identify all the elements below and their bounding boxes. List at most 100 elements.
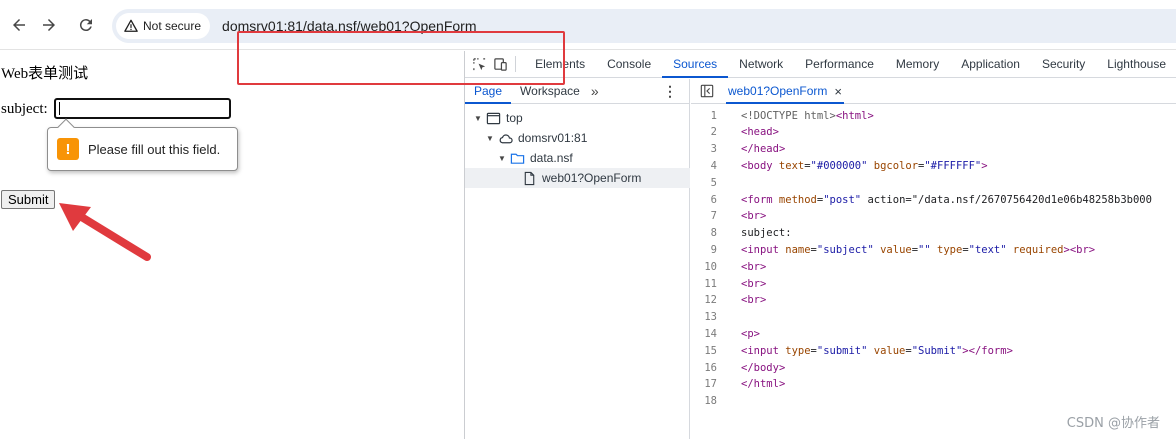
page-heading: Web表单测试: [1, 66, 89, 82]
file-tab-label: web01?OpenForm: [728, 84, 828, 98]
cloud-icon: [496, 130, 514, 146]
tab-security[interactable]: Security: [1031, 51, 1096, 78]
editor-tabbar: web01?OpenForm ×: [691, 79, 1176, 104]
forward-button[interactable]: [34, 10, 64, 40]
more-tabs-icon[interactable]: »: [591, 83, 599, 99]
code-text: <!DOCTYPE html><html>: [741, 109, 874, 122]
tooltip-arrow: [57, 118, 75, 136]
tab-performance[interactable]: Performance: [794, 51, 885, 78]
close-icon[interactable]: ×: [834, 84, 842, 99]
code-text: <form method="post" action="/data.nsf/26…: [741, 193, 1152, 206]
tree-label: domsrv01:81: [518, 131, 588, 145]
code-line: 8 subject:: [691, 225, 792, 242]
toggle-navigator-icon[interactable]: [699, 83, 715, 99]
code-line: 2 <head>: [691, 124, 779, 141]
code-line: 9 <input name="subject" value="" type="te…: [691, 241, 1095, 258]
code-text: </html>: [741, 378, 786, 391]
line-number[interactable]: 16: [691, 362, 727, 374]
subject-label: subject:: [1, 101, 48, 117]
code-line: 11 <br>: [691, 275, 766, 292]
page-viewport: Web表单测试 subject: ! Please fill out this …: [0, 51, 464, 439]
code-line: 6 <form method="post" action="/data.nsf/2…: [691, 191, 1152, 208]
tree-label: web01?OpenForm: [542, 171, 642, 185]
security-label: Not secure: [143, 19, 202, 33]
code-line: 3 </head>: [691, 141, 786, 158]
reload-button[interactable]: [71, 10, 101, 40]
editor-file-tab[interactable]: web01?OpenForm ×: [726, 79, 844, 104]
tab-network[interactable]: Network: [728, 51, 794, 78]
line-number[interactable]: 11: [691, 278, 727, 290]
code-text: <body text="#000000" bgcolor="#FFFFFF">: [741, 159, 988, 172]
code-line: 1 <!DOCTYPE html><html>: [691, 107, 874, 124]
code-text: <br>: [741, 277, 767, 290]
line-number[interactable]: 14: [691, 328, 727, 340]
code-text: <input type="submit" value="Submit"></fo…: [741, 344, 1013, 357]
code-text: <br>: [741, 260, 767, 273]
forward-arrow-icon: [43, 19, 55, 31]
code-line: 5: [691, 174, 741, 191]
tab-application[interactable]: Application: [950, 51, 1031, 78]
subject-input[interactable]: [54, 98, 231, 119]
line-number[interactable]: 18: [691, 395, 727, 407]
tab-memory[interactable]: Memory: [885, 51, 950, 78]
validation-tooltip: ! Please fill out this field.: [47, 118, 238, 171]
code-text: <input name="subject" value="" type="tex…: [741, 243, 1096, 256]
code-line: 13: [691, 309, 741, 326]
tree-label: data.nsf: [530, 151, 573, 165]
line-number[interactable]: 7: [691, 210, 727, 222]
code-line: 14 <p>: [691, 325, 760, 342]
annotation-arrow-icon: [59, 203, 151, 261]
tree-item-top[interactable]: ▼ top: [465, 108, 690, 128]
line-number[interactable]: 2: [691, 126, 727, 138]
warning-triangle-icon: [124, 19, 138, 32]
tree-item-web01-openform[interactable]: web01?OpenForm: [465, 168, 690, 188]
code-text: </head>: [741, 143, 786, 156]
line-number[interactable]: 12: [691, 294, 727, 306]
expand-triangle-icon: ▼: [498, 153, 506, 163]
code-line: 10 <br>: [691, 258, 766, 275]
code-area[interactable]: 1 <!DOCTYPE html><html> 2 <head> 3 </head> 4 <b…: [691, 105, 1176, 439]
kebab-menu-icon[interactable]: ⋮: [663, 83, 677, 100]
line-number[interactable]: 15: [691, 345, 727, 357]
line-number[interactable]: 10: [691, 261, 727, 273]
code-line: 16 </body>: [691, 359, 785, 376]
line-number[interactable]: 3: [691, 143, 727, 155]
submit-button[interactable]: Submit: [1, 190, 56, 209]
code-text: </body>: [741, 361, 786, 374]
security-chip[interactable]: Not secure: [116, 13, 211, 39]
code-line: 15 <input type="submit" value="Submit"></…: [691, 342, 1013, 359]
line-number[interactable]: 17: [691, 378, 727, 390]
annotation-highlight-box: [237, 31, 565, 85]
tab-console[interactable]: Console: [596, 51, 662, 78]
back-button[interactable]: [4, 10, 34, 40]
text-caret: [59, 102, 60, 115]
sources-navigator: Page Workspace » ⋮ ▼ top ▼ domsrv01:81 ▼…: [465, 79, 690, 439]
tree-label: top: [506, 111, 523, 125]
validation-message: Please fill out this field.: [88, 141, 221, 157]
line-number[interactable]: 6: [691, 194, 727, 206]
file-icon: [520, 170, 538, 186]
code-text: <br>: [741, 294, 767, 307]
line-number[interactable]: 4: [691, 160, 727, 172]
code-text: <p>: [741, 327, 760, 340]
code-line: 7 <br>: [691, 208, 767, 225]
line-number[interactable]: 9: [691, 244, 727, 256]
devtools-tabbar: Elements Console Sources Network Perform…: [465, 51, 1176, 78]
tab-sources[interactable]: Sources: [662, 51, 729, 78]
tree-item-data-nsf[interactable]: ▼ data.nsf: [465, 148, 690, 168]
line-number[interactable]: 8: [691, 227, 727, 239]
code-line: 12 <br>: [691, 292, 766, 309]
tree-item-domsrv01[interactable]: ▼ domsrv01:81: [465, 128, 690, 148]
line-number[interactable]: 5: [691, 177, 727, 189]
warning-icon: !: [57, 138, 79, 160]
expand-triangle-icon: ▼: [474, 113, 482, 123]
tab-lighthouse[interactable]: Lighthouse: [1096, 51, 1176, 78]
frame-icon: [484, 110, 502, 126]
expand-triangle-icon: ▼: [486, 133, 494, 143]
code-line: 4 <body text="#000000" bgcolor="#FFFFFF">: [691, 157, 988, 174]
line-number[interactable]: 1: [691, 110, 727, 122]
code-line: 18: [691, 393, 741, 410]
line-number[interactable]: 13: [691, 311, 727, 323]
code-text: subject:: [741, 227, 792, 240]
browser-toolbar: Not secure domsrv01:81/data.nsf/web01?Op…: [0, 0, 1176, 50]
